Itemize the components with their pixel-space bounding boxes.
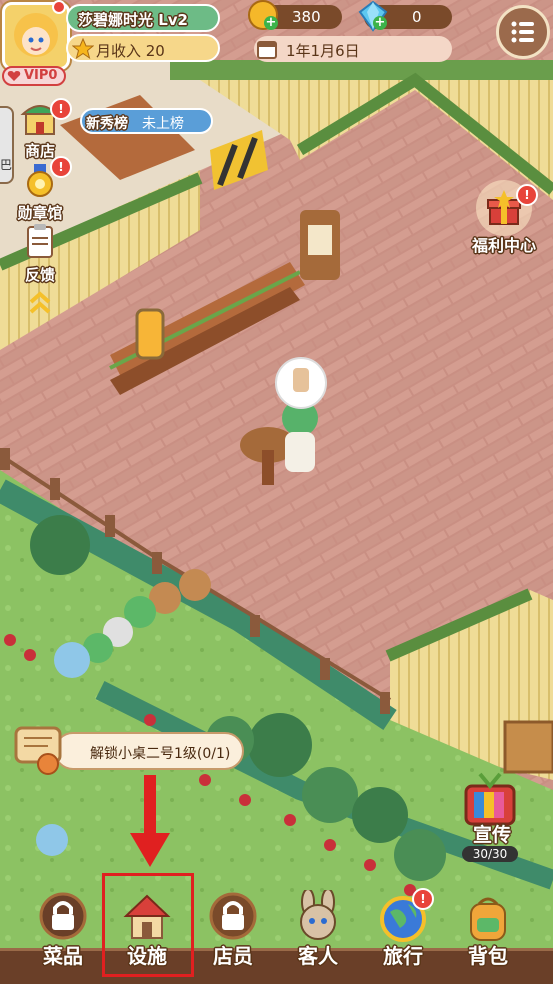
player-name-bar: 莎碧娜时光 Lv2 (66, 4, 220, 32)
nav-travel-label: 旅行 (383, 944, 423, 968)
nav-staff-label: 店员 (213, 944, 253, 968)
tutorial-arrow-icon (130, 775, 170, 867)
gem-amount: 0 (412, 8, 422, 26)
rabbit-face-icon (300, 890, 336, 940)
monthly-income: 月收入 20 (96, 42, 165, 60)
side-item-feedback-label: 反馈 (24, 266, 55, 284)
coin-amount: 380 (292, 8, 321, 26)
quest-scroll-icon (14, 726, 62, 775)
monthly-income-bar: 月收入 20 (66, 34, 220, 62)
nav-backpack-label: 背包 (468, 944, 508, 968)
gem-add-icon[interactable]: + (373, 16, 387, 30)
quest-text: 解锁小桌二号1级(0/1) (90, 746, 231, 762)
lock-icon (39, 892, 87, 940)
game-date: 1年1月6日 (286, 42, 360, 60)
nav-dishes[interactable]: 菜品 (28, 890, 98, 970)
backpack-icon (470, 897, 506, 941)
welfare-alert-icon: ! (516, 184, 538, 206)
date-bar: 1年1月6日 (254, 36, 452, 62)
star-icon (72, 38, 94, 60)
promotion-button[interactable]: 宣传 30/30 (452, 770, 532, 866)
tutorial-highlight-box (102, 873, 194, 977)
nav-dishes-label: 菜品 (43, 944, 83, 968)
main-menu-button[interactable] (496, 5, 550, 59)
nav-backpack[interactable]: 背包 (453, 890, 523, 970)
game-scene: 莎碧娜时光 Lv2 月收入 20 VIP0 380 + 0 + 1年1月6日 新… (0, 0, 553, 984)
nav-guests[interactable]: 客人 (283, 890, 353, 970)
coin-add-icon[interactable]: + (264, 16, 278, 30)
collapse-up-icon[interactable] (28, 290, 52, 316)
quest-banner[interactable]: 解锁小桌二号1级(0/1) (54, 732, 244, 770)
ranking-status: 未上榜 (142, 116, 184, 132)
promotion-label: 宣传 (472, 824, 511, 846)
side-item-medal-label: 勋章馆 (17, 204, 63, 222)
avatar-notification-dot (52, 0, 66, 14)
player-name: 莎碧娜时光 Lv2 (78, 11, 188, 29)
nav-guests-label: 客人 (298, 944, 338, 968)
heart-icon (7, 71, 21, 81)
nav-staff[interactable]: 店员 (198, 890, 268, 970)
ranking-label: 新秀榜 (86, 116, 128, 132)
welfare-center-label: 福利中心 (471, 236, 536, 255)
vip-badge[interactable]: VIP0 (2, 66, 66, 86)
list-menu-icon (511, 21, 534, 43)
calendar-icon (257, 41, 277, 59)
lock-icon (209, 892, 257, 940)
medal-alert-icon: ! (50, 156, 72, 178)
side-item-feedback[interactable]: 反馈 (10, 224, 70, 285)
vip-level: VIP0 (24, 68, 58, 83)
travel-alert-icon: ! (412, 888, 434, 910)
coin-icon: + (248, 0, 278, 30)
ranking-bar[interactable]: 新秀榜 未上榜 (80, 108, 213, 134)
promotion-count: 30/30 (462, 846, 518, 862)
shop-alert-icon: ! (50, 98, 72, 120)
avatar-portrait-icon (14, 13, 58, 57)
feedback-clipboard-icon (27, 224, 53, 258)
